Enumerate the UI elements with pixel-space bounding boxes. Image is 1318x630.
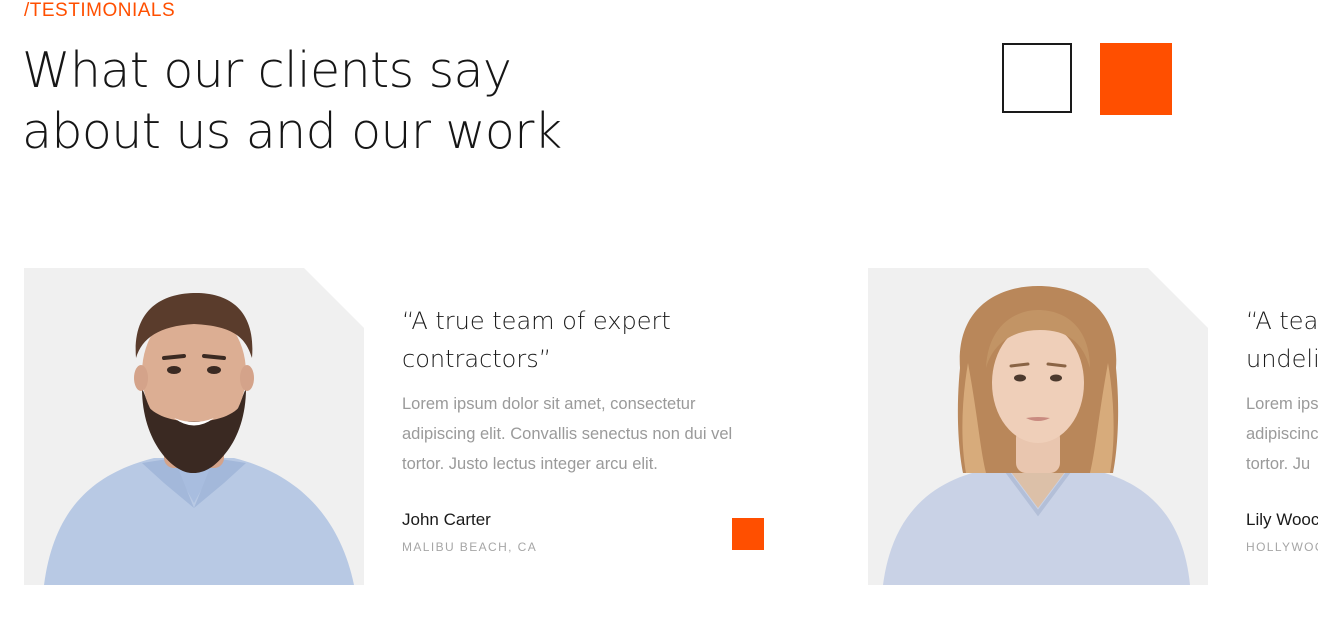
accent-square [732, 518, 764, 550]
body-line: tortor. Ju [1246, 455, 1311, 473]
client-photo [868, 268, 1208, 585]
author-location: MALIBU BEACH, CA [402, 540, 538, 554]
testimonial-body: Lorem ips adipiscinc tortor. Ju [1246, 389, 1318, 479]
body-line: tortor. Justo lectus integer arcu elit. [402, 455, 658, 473]
body-line: adipiscing elit. Convallis senectus non … [402, 425, 733, 443]
section-title: What our clients say about us and our wo… [22, 40, 662, 162]
section-title-line-2: about us and our work [22, 103, 562, 160]
testimonial-quote: “A tear undeli [1246, 302, 1318, 378]
section-title-line-1: What our clients say [22, 42, 512, 99]
author-name: Lily Wooc [1246, 510, 1318, 529]
testimonial-quote: “A true team of expert contractors” [402, 302, 802, 378]
quote-line: “A true team of expert [402, 307, 671, 335]
client-photo [24, 268, 364, 585]
man-portrait-image [44, 293, 354, 585]
quote-line: “A tear [1246, 307, 1318, 335]
body-line: Lorem ips [1246, 395, 1318, 413]
previous-testimonial-button[interactable] [1002, 43, 1072, 113]
testimonial-body: Lorem ipsum dolor sit amet, consectetur … [402, 389, 762, 479]
woman-portrait-image [883, 286, 1190, 585]
section-eyebrow: /TESTIMONIALS [24, 0, 176, 21]
quote-line: contractors” [402, 345, 552, 373]
author-name: John Carter [402, 510, 491, 529]
body-line: Lorem ipsum dolor sit amet, consectetur [402, 395, 696, 413]
body-line: adipiscinc [1246, 425, 1318, 443]
author-location: HOLLYWOO [1246, 540, 1318, 554]
next-testimonial-button[interactable] [1100, 43, 1172, 115]
quote-line: undeli [1246, 345, 1318, 373]
